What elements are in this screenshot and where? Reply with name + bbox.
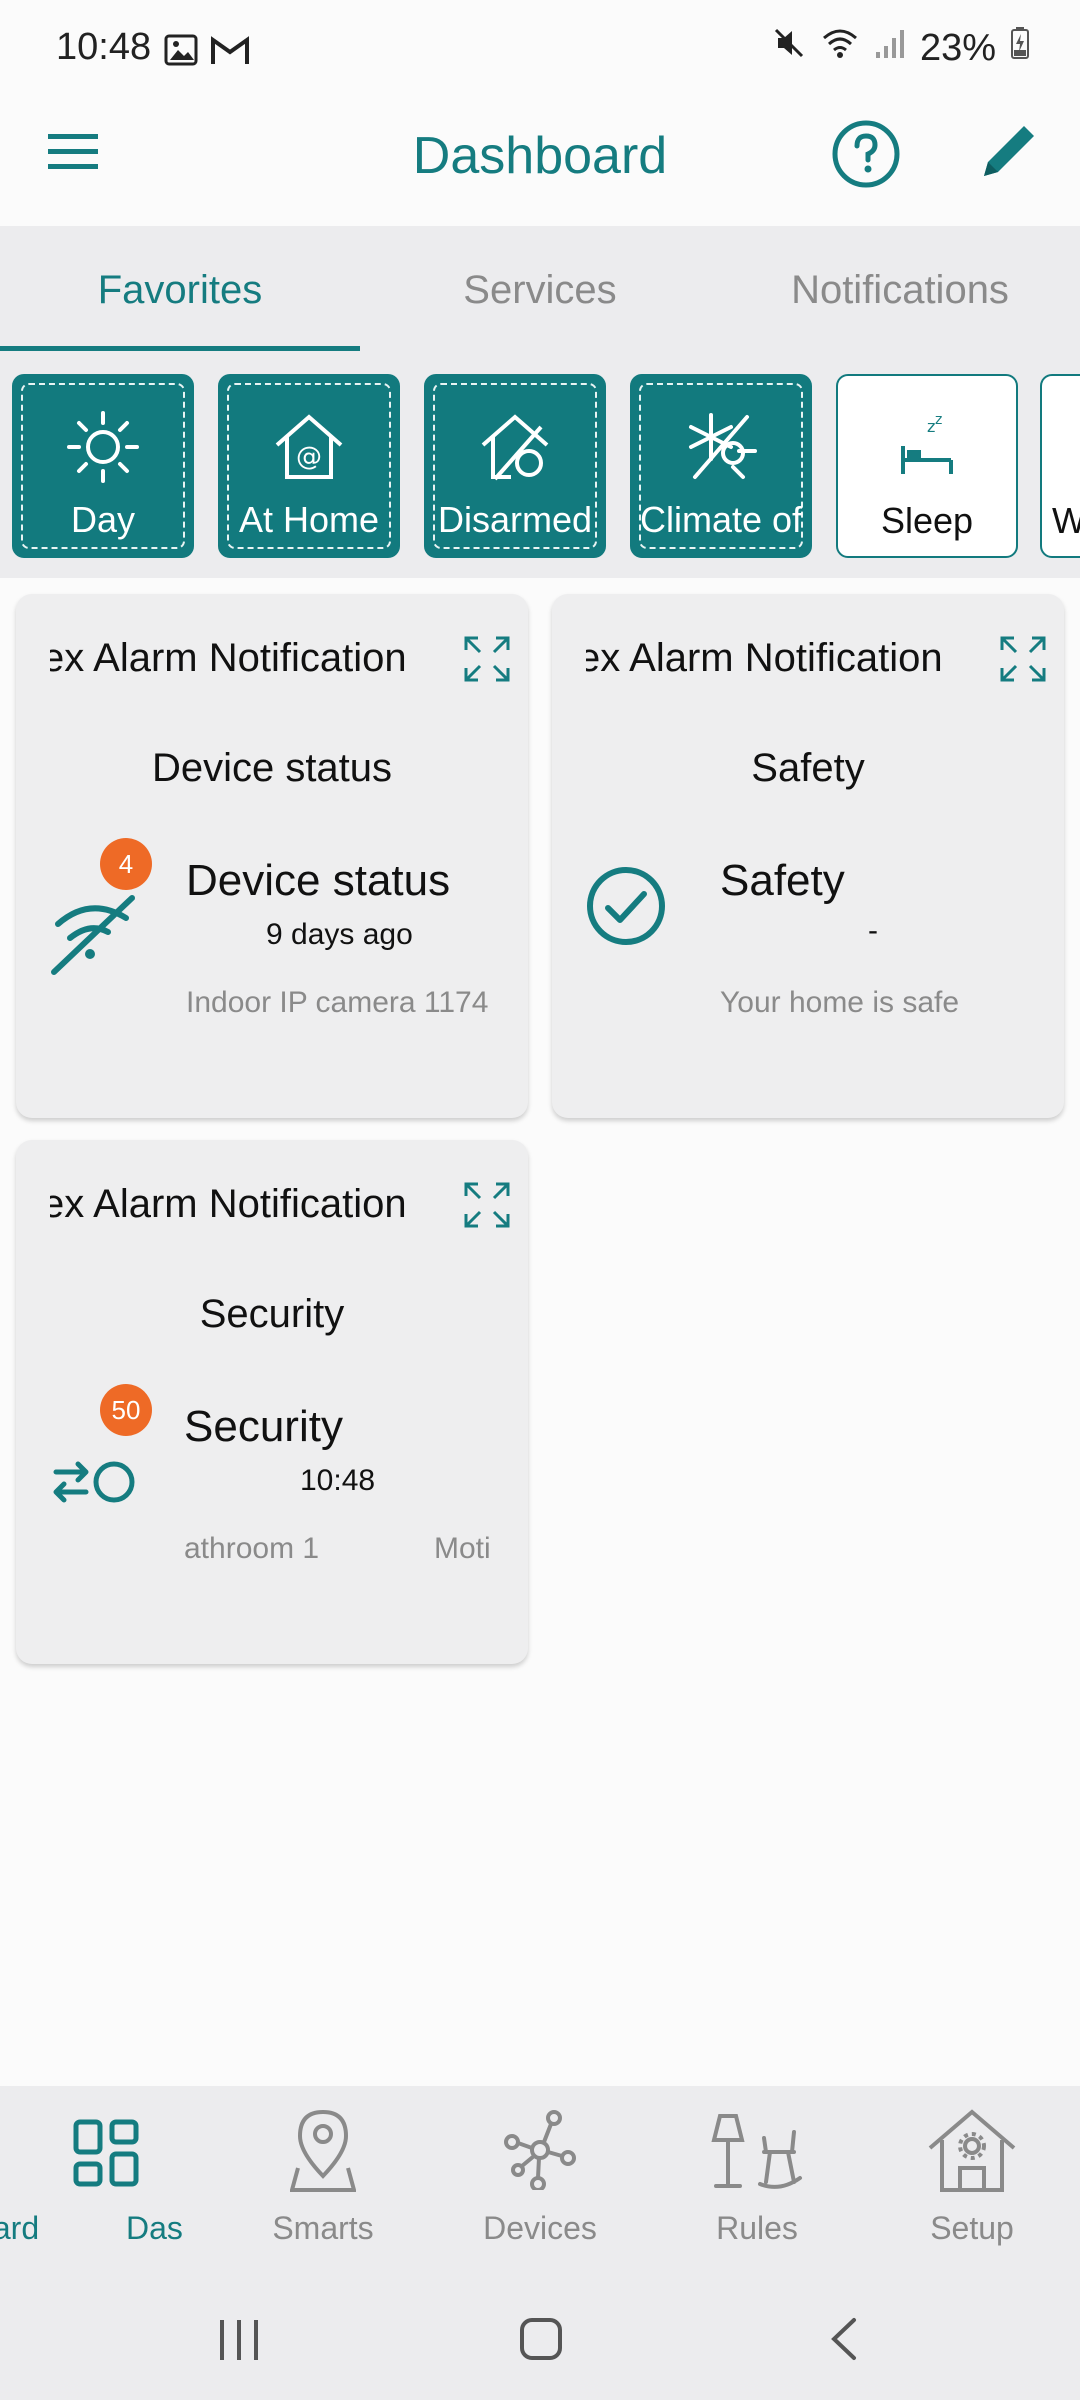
climate-off-icon bbox=[689, 413, 757, 479]
expand-icon[interactable] bbox=[998, 634, 1048, 689]
page-title: Dashboard bbox=[412, 127, 668, 185]
home-button-icon[interactable] bbox=[518, 2316, 564, 2367]
scene-label: Disarmed bbox=[437, 499, 593, 540]
status-time: 10:48 bbox=[56, 26, 152, 68]
card-header: ex Alarm Notification bbox=[50, 636, 407, 680]
tab-notifications[interactable]: Notifications bbox=[720, 268, 1080, 313]
card-status-title: Safety bbox=[720, 856, 845, 905]
scene-day[interactable]: Day bbox=[12, 374, 194, 558]
scene-partial[interactable]: W bbox=[1040, 374, 1080, 558]
pencil-icon[interactable] bbox=[976, 120, 1040, 189]
wifi-icon bbox=[820, 26, 860, 70]
scene-climate-off[interactable]: Climate of bbox=[630, 374, 812, 558]
scene-at-home[interactable]: @ At Home bbox=[218, 374, 400, 558]
card-status-title: Device status bbox=[186, 856, 451, 905]
card-subtitle: Device status bbox=[151, 746, 393, 790]
house-gear-icon[interactable] bbox=[926, 2108, 1018, 2199]
check-circle-icon bbox=[584, 864, 668, 953]
status-right: 23% bbox=[772, 26, 1030, 70]
card-status-title: Security bbox=[184, 1402, 343, 1451]
svg-text:z: z bbox=[935, 412, 942, 428]
expand-icon[interactable] bbox=[462, 1180, 512, 1235]
notification-badge: 4 bbox=[100, 838, 152, 890]
network-icon[interactable] bbox=[504, 2110, 576, 2195]
sleep-bed-icon: z z bbox=[901, 412, 953, 474]
scene-label: Day bbox=[70, 499, 136, 540]
scene-sleep[interactable]: z z Sleep bbox=[836, 374, 1018, 558]
scene-label: Sleep bbox=[880, 500, 974, 541]
scene-label: W bbox=[1052, 500, 1080, 542]
back-icon[interactable] bbox=[826, 2316, 862, 2367]
home-at-icon: @ bbox=[275, 414, 343, 479]
tab-services[interactable]: Services bbox=[360, 268, 720, 313]
lamp-chair-icon[interactable] bbox=[708, 2112, 804, 2197]
nav-item-dashboard[interactable]: Das bbox=[126, 2210, 186, 2247]
wifi-off-icon bbox=[50, 884, 142, 981]
card-detail: athroom 1 bbox=[184, 1532, 320, 1565]
gallery-icon bbox=[164, 34, 198, 71]
card-detail-secondary: Moti bbox=[434, 1532, 491, 1565]
nav-item-devices[interactable]: Devices bbox=[440, 2210, 640, 2247]
scene-label: At Home bbox=[238, 499, 380, 540]
help-circle-icon[interactable] bbox=[830, 118, 902, 195]
battery-percent: 23% bbox=[919, 26, 996, 69]
dashboard-grid-icon[interactable] bbox=[72, 2118, 140, 2193]
battery-icon bbox=[1010, 26, 1030, 70]
card-subtitle: Safety bbox=[751, 746, 865, 790]
gmail-icon bbox=[210, 36, 250, 71]
scene-label: Climate of bbox=[639, 499, 803, 540]
recent-apps-icon[interactable] bbox=[216, 2318, 262, 2367]
signal-icon bbox=[874, 27, 906, 70]
card-header: ex Alarm Notification bbox=[50, 1182, 407, 1226]
sun-icon bbox=[67, 411, 139, 483]
nav-item-rules[interactable]: Rules bbox=[657, 2210, 857, 2247]
card-subtitle: Security bbox=[199, 1292, 345, 1336]
tab-favorites[interactable]: Favorites bbox=[0, 268, 360, 313]
tab-active-indicator bbox=[0, 346, 360, 351]
nav-item-partial[interactable]: ard bbox=[0, 2210, 76, 2247]
card-detail: Indoor IP camera 1174 bbox=[186, 986, 489, 1019]
card-header: ex Alarm Notification bbox=[586, 636, 943, 680]
map-pin-icon[interactable] bbox=[289, 2106, 357, 2201]
scene-disarmed[interactable]: Disarmed bbox=[424, 374, 606, 558]
expand-icon[interactable] bbox=[462, 634, 512, 689]
svg-text:@: @ bbox=[296, 442, 322, 472]
card-timestamp: 9 days ago bbox=[266, 918, 413, 951]
card-timestamp: 10:48 bbox=[300, 1464, 376, 1497]
card-timestamp: - bbox=[868, 914, 878, 947]
arm-toggle-icon bbox=[52, 1456, 138, 1513]
card-detail: Your home is safe bbox=[720, 986, 960, 1019]
notification-badge: 50 bbox=[100, 1384, 152, 1436]
mute-icon bbox=[772, 26, 806, 70]
nav-item-setup[interactable]: Setup bbox=[872, 2210, 1072, 2247]
home-disarmed-icon bbox=[481, 414, 549, 481]
nav-item-smarts[interactable]: Smarts bbox=[223, 2210, 423, 2247]
